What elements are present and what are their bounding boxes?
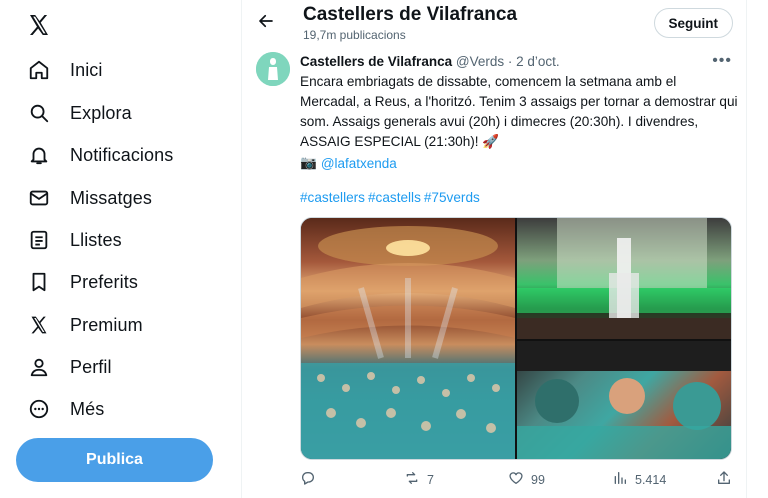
nav-item-more[interactable]: Més — [16, 389, 114, 429]
nav-item-bookmarks[interactable]: Preferits — [16, 262, 148, 302]
hashtags: #castellers #castells #75verds — [300, 190, 483, 205]
profile-header: Castellers de Vilafranca 19,7m publicaci… — [243, 0, 747, 46]
nav-item-label: Explora — [70, 102, 132, 123]
nav-item-notifications[interactable]: Notificacions — [16, 135, 183, 175]
share-button[interactable] — [716, 470, 732, 489]
hashtag-link[interactable]: #castells — [368, 190, 421, 205]
tweet-photo-theatre[interactable] — [301, 218, 515, 459]
tweet-photo-stage[interactable] — [517, 218, 731, 339]
nav-item-home[interactable]: Inici — [16, 50, 113, 90]
retweet-icon — [404, 470, 420, 489]
nav-item-explore[interactable]: Explora — [16, 93, 142, 133]
more-circle-icon — [26, 396, 52, 422]
tweet-header: Castellers de Vilafranca @Verds · 2 d’oc… — [300, 54, 560, 69]
tweet-text: Encara embriagats de dissabte, comencem … — [300, 74, 738, 149]
list-icon — [26, 227, 52, 253]
tweet-actions: 7 99 5.414 — [300, 470, 736, 490]
following-button[interactable]: Seguint — [653, 8, 733, 38]
share-icon — [716, 470, 732, 489]
nav-item-label: Notificacions — [70, 144, 174, 165]
retweet-count: 7 — [427, 472, 434, 487]
views-count: 5.414 — [635, 472, 667, 487]
page-title: Castellers de Vilafranca — [303, 4, 518, 25]
reply-button[interactable] — [300, 470, 323, 489]
retweet-button[interactable]: 7 — [404, 470, 434, 489]
tweet-photo-celebration[interactable] — [517, 341, 731, 459]
like-count: 99 — [531, 472, 545, 487]
mention-link[interactable]: @lafatxenda — [321, 156, 397, 171]
back-arrow-icon[interactable] — [255, 10, 277, 32]
tweet-photo-credit: 📷 @lafatxenda — [300, 155, 397, 171]
x-logo-icon[interactable] — [24, 10, 54, 40]
nav-item-profile[interactable]: Perfil — [16, 347, 122, 387]
like-button[interactable]: 99 — [508, 470, 545, 489]
bookmark-icon — [26, 269, 52, 295]
nav-item-premium[interactable]: Premium — [16, 305, 153, 345]
nav-item-label: Missatges — [70, 187, 152, 208]
tweet-media-grid — [300, 217, 732, 460]
avatar[interactable] — [256, 52, 290, 86]
envelope-icon — [26, 185, 52, 211]
nav-item-messages[interactable]: Missatges — [16, 178, 162, 218]
tweet-author-name[interactable]: Castellers de Vilafranca — [300, 54, 452, 69]
nav-item-label: Preferits — [70, 271, 138, 292]
main-column: Castellers de Vilafranca 19,7m publicaci… — [243, 0, 747, 498]
hashtag-link[interactable]: #75verds — [424, 190, 480, 205]
nav-item-label: Premium — [70, 314, 143, 335]
person-icon — [26, 354, 52, 380]
x-logo-icon — [26, 312, 52, 338]
left-navigation: Inici Explora Notificacions Missatges Ll… — [0, 0, 242, 498]
hashtag-link[interactable]: #castellers — [300, 190, 365, 205]
nav-item-label: Més — [70, 398, 105, 419]
nav-item-label: Perfil — [70, 356, 112, 377]
reply-icon — [300, 470, 316, 489]
heart-icon — [508, 470, 524, 489]
bell-icon — [26, 142, 52, 168]
nav-item-label: Llistes — [70, 229, 122, 250]
home-icon — [26, 57, 52, 83]
post-button[interactable]: Publica — [16, 438, 213, 482]
tweet-handle-date[interactable]: @Verds · 2 d’oct. — [456, 54, 560, 69]
nav-item-label: Inici — [70, 59, 103, 80]
camera-emoji: 📷 — [300, 155, 317, 170]
views-chart-icon — [612, 470, 628, 489]
search-icon — [26, 100, 52, 126]
more-options-icon[interactable]: ••• — [712, 52, 732, 70]
views-button[interactable]: 5.414 — [612, 470, 666, 489]
post-count: 19,7m publicacions — [303, 28, 406, 42]
nav-item-lists[interactable]: Llistes — [16, 220, 132, 260]
